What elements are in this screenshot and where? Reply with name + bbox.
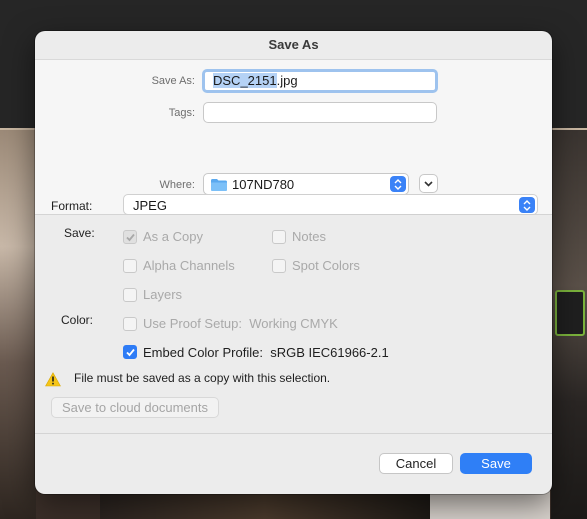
alpha-channels-checkbox[interactable]	[123, 259, 137, 273]
embed-color-profile-checkbox[interactable]	[123, 345, 137, 359]
embed-color-profile-label: Embed Color Profile: sRGB IEC61966-2.1	[143, 345, 389, 360]
save-options-label: Save:	[64, 226, 95, 240]
layers-label: Layers	[143, 287, 183, 302]
background-photo-left	[0, 130, 36, 519]
format-stepper-icon	[519, 197, 535, 213]
tags-field[interactable]	[203, 102, 437, 123]
format-label: Format:	[51, 199, 93, 213]
folder-icon	[211, 179, 227, 191]
color-options-label: Color:	[61, 313, 94, 327]
spot-colors-checkbox[interactable]	[272, 259, 286, 273]
warning-icon	[45, 372, 61, 387]
filename-field[interactable]: DSC_2151.jpg	[202, 69, 438, 93]
tags-label: Tags:	[168, 107, 195, 119]
expand-browser-button[interactable]	[419, 174, 438, 193]
checkmark-icon	[126, 348, 135, 357]
where-folder-name: 107ND780	[232, 177, 295, 192]
background-photo-bottom	[100, 490, 430, 519]
notes-checkbox[interactable]	[272, 230, 286, 244]
format-value: JPEG	[133, 198, 167, 213]
cancel-button[interactable]: Cancel	[379, 453, 453, 474]
embed-profile-value: sRGB IEC61966-2.1	[270, 345, 389, 360]
checkmark-icon	[126, 233, 135, 242]
where-popup[interactable]: 107ND780	[203, 173, 409, 195]
warning-text: File must be saved as a copy with this s…	[74, 371, 331, 385]
save-as-dialog: Save As Save As: DSC_2151.jpg Tags: Wher…	[35, 31, 552, 494]
use-proof-setup-checkbox[interactable]	[123, 317, 137, 331]
background-sign	[555, 290, 585, 336]
notes-label: Notes	[292, 229, 326, 244]
chevron-down-icon	[424, 180, 433, 187]
where-stepper-icon	[390, 176, 406, 192]
use-proof-setup-label: Use Proof Setup: Working CMYK	[143, 316, 338, 331]
dialog-title: Save As	[268, 37, 319, 52]
format-popup[interactable]: JPEG	[123, 194, 538, 215]
file-location-section: Save As: DSC_2151.jpg Tags: Where: 107ND…	[35, 59, 552, 215]
where-label: Where:	[159, 179, 195, 191]
as-a-copy-checkbox[interactable]	[123, 230, 137, 244]
filename-extension: .jpg	[276, 73, 298, 88]
spot-colors-label: Spot Colors	[292, 258, 360, 273]
proof-profile-value: Working CMYK	[249, 316, 338, 331]
background-photo-bottom-right	[430, 490, 550, 519]
save-to-cloud-button[interactable]: Save to cloud documents	[51, 397, 219, 418]
alpha-channels-label: Alpha Channels	[143, 258, 235, 273]
save-button[interactable]: Save	[460, 453, 532, 474]
layers-checkbox[interactable]	[123, 288, 137, 302]
divider	[35, 433, 552, 434]
as-a-copy-label: As a Copy	[143, 229, 203, 244]
filename-selected-text: DSC_2151	[213, 73, 277, 88]
save-as-label: Save As:	[151, 75, 195, 87]
